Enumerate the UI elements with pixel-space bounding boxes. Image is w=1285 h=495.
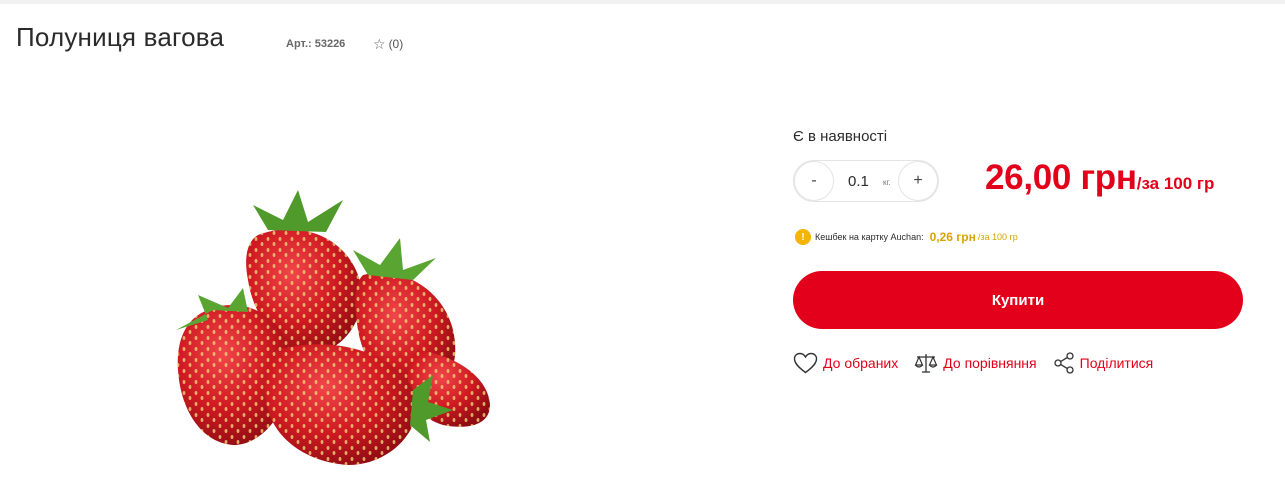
cashback-unit: /за 100 гр [977,232,1018,242]
heart-icon [793,352,818,374]
add-to-compare[interactable]: До порівняння [914,352,1037,374]
review-count: (0) [388,37,404,51]
cashback-value: 0,26 грн [929,230,976,244]
quantity-unit: кг. [883,178,891,187]
add-to-favorites[interactable]: До обраних [793,352,898,374]
price-unit: /за 100 гр [1136,174,1215,193]
buy-button[interactable]: Купити [793,271,1243,329]
product-image [176,190,490,465]
price-amount: 26,00 грн [985,158,1137,197]
scales-icon [914,354,938,373]
quantity-stepper: - 0.1 кг. + [793,160,939,202]
availability-status: Є в наявності [793,128,888,145]
quantity-value[interactable]: 0.1 [848,173,869,190]
compare-label: До порівняння [943,355,1037,371]
decrease-button[interactable]: - [794,161,834,201]
product-actions: До обраних До порівняння Поділитися [793,352,1169,374]
header-strip [0,0,1285,4]
cashback-label: Кешбек на картку Auchan: [815,232,924,242]
cashback-info: ! Кешбек на картку Auchan: 0,26 грн /за … [795,229,1018,245]
price: 26,00 грн/за 100 гр [985,158,1214,198]
star-icon: ☆ [373,36,386,52]
product-page: Полуниця вагова Арт.: 53226 ☆ (0) Є в на… [0,0,1285,495]
article-number: Арт.: 53226 [286,38,346,50]
coin-icon: ! [795,229,811,245]
product-title: Полуниця вагова [16,22,225,52]
rating[interactable]: ☆ (0) [373,37,403,51]
favorites-label: До обраних [823,355,899,371]
share[interactable]: Поділитися [1053,352,1154,374]
share-label: Поділитися [1079,355,1154,371]
share-icon [1053,352,1074,374]
increase-button[interactable]: + [898,161,938,201]
